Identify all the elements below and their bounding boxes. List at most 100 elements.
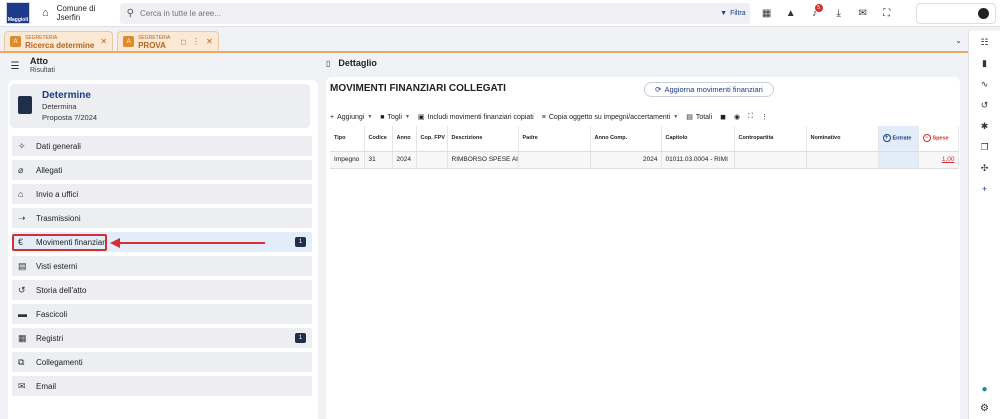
link-icon: ⧉ [18,356,25,367]
detail-header: ▯ Dettaglio [326,58,377,68]
trash-icon: ■ [380,113,385,121]
nav-item-registri[interactable]: ▦ Registri 1 [12,328,312,348]
refresh-label: Aggiorna movimenti finanziari [664,85,763,94]
more-icon[interactable]: ⋮ [761,113,768,121]
close-icon[interactable]: ✕ [206,37,213,46]
ente-name: Comune di Jserfin [56,4,96,22]
column-header[interactable]: Descrizione [447,126,519,152]
more-icon[interactable]: ⋮ [192,37,200,46]
chevron-down-icon[interactable]: ⌄ [955,36,962,45]
nav-item-visti-esterni[interactable]: ▤ Visti esterni [12,256,312,276]
copy-icon[interactable]: ❐ [975,137,995,157]
tab-prova[interactable]: A SEGRETERIA PROVA ◻ ⋮ ✕ [117,31,219,51]
column-header[interactable]: Nominativo [806,126,879,152]
section-title: MOVIMENTI FINANZIARI COLLEGATI [330,83,506,94]
include-copied-button[interactable]: ▣ Includi movimenti finanziari copiati [418,113,534,122]
book-icon[interactable]: ▮ [975,53,995,73]
column-header[interactable]: Anno Comp. [590,126,662,152]
tab-label: Ricerca determine [25,40,95,50]
tab-ricerca-determine[interactable]: A SEGRETERIA Ricerca determine ✕ [4,31,114,51]
register-icon: ▦ [18,332,27,343]
column-header[interactable]: Contropartita [734,126,807,152]
column-header[interactable]: Tipo [330,126,365,152]
count-badge: 1 [295,333,306,343]
remove-label: Togli [387,113,402,121]
magic-icon: ✧ [18,140,26,151]
nav-item-storia-dell-atto[interactable]: ↺ Storia dell'atto [12,280,312,300]
nav-item-fascicoli[interactable]: ▬ Fascicoli [12,304,312,324]
mail-icon[interactable]: ✉ [852,2,874,24]
totals-button[interactable]: ▤ Totali [686,113,712,122]
pin-icon[interactable]: ◻ [180,38,186,46]
remove-button[interactable]: ■ Togli ▼ [380,114,410,121]
logo-text: Maggioli [7,17,29,23]
column-header[interactable]: Codice [364,126,393,152]
nav-item-invio-a-uffici[interactable]: ⌂ Invio a uffici [12,184,312,204]
plus-icon: + [330,113,335,121]
user-menu[interactable] [916,3,996,24]
paperclip-icon: ⌀ [18,164,24,175]
send-icon: ➝ [18,212,26,223]
document-card: Determine Determina Proposta 7/2024 [10,84,310,128]
nav-item-email[interactable]: ✉ Email [12,376,312,396]
plugin-icon[interactable]: ✱ [975,116,995,136]
expand-icon[interactable]: ⛶ [748,113,753,121]
close-icon[interactable]: ✕ [100,37,107,46]
left-header-title: Atto [30,56,48,66]
column-header-label: Entrate [892,135,912,142]
copy-subject-button[interactable]: ≡ Copia oggetto su impegni/accertamenti ▼ [542,114,678,121]
table-body: Impegno 31 2024 RIMBORSO SPESE AI 2024 01011.… [330,151,959,169]
table-toolbar: + Aggiungi ▼ ■ Togli ▼ ▣ Includi movimenti fi… [330,110,958,124]
eye-icon[interactable]: ◉ [734,113,740,121]
nav-item-label: Fascicoli [36,309,68,319]
network-icon[interactable]: ✣ [975,158,995,178]
column-header-label: Nominativo [810,135,841,142]
table-row[interactable]: Impegno 31 2024 RIMBORSO SPESE AI 2024 01011.… [330,151,959,169]
duplicate-icon[interactable]: ◼ [720,113,726,121]
warning-icon[interactable]: ▲ [780,2,802,24]
gear-icon[interactable]: ⚙ [980,403,989,414]
layout-icon[interactable]: ☷ [975,32,995,52]
nav-item-allegati[interactable]: ⌀ Allegati [12,160,312,180]
chevron-down-icon: ▼ [367,114,373,120]
panel-icon[interactable]: ▯ [326,59,330,68]
nav-item-dati-generali[interactable]: ✧ Dati generali [12,136,312,156]
table-cell [518,151,591,169]
table-cell: 2024 [590,151,662,169]
left-header-subtitle[interactable]: Risultati [30,66,55,75]
location-icon[interactable]: ● [981,384,987,395]
column-header[interactable]: + Entrate [878,126,919,152]
nav-item-collegamenti[interactable]: ⧉ Collegamenti [12,352,312,372]
download-icon[interactable]: ⤓ [828,2,850,24]
refresh-movements-button[interactable]: ⟳ Aggiorna movimenti finanziari [644,82,774,97]
filter-icon: ▼ [720,9,728,17]
column-header[interactable]: Anno [392,126,417,152]
history-icon[interactable]: ↺ [975,95,995,115]
list-icon[interactable]: ☰ [8,61,22,72]
search-input[interactable] [139,8,700,18]
column-header[interactable]: − Spese [918,126,959,152]
institution-icon[interactable]: ⌂ [42,7,49,19]
column-header[interactable]: Cop. FPV [416,126,448,152]
fullscreen-icon[interactable]: ⛶ [876,2,898,24]
bell-icon[interactable]: ♪ 5 [804,2,826,24]
table-cell: Impegno [330,151,365,169]
visti-icon: ▤ [18,260,27,271]
card-title: Determine [42,90,91,101]
add-icon[interactable]: + [975,179,995,199]
annotation-arrow [110,238,265,248]
maggioli-logo[interactable]: Maggioli [6,2,30,24]
column-header[interactable]: Capitolo [661,126,735,152]
trend-icon[interactable]: ∿ [975,74,995,94]
column-header[interactable]: Padre [518,126,591,152]
nav-item-label: Dati generali [36,141,81,151]
add-button[interactable]: + Aggiungi ▼ [330,114,372,121]
filter-button[interactable]: ▼ Filtra [720,10,746,17]
nav-item-trasmissioni[interactable]: ➝ Trasmissioni [12,208,312,228]
dashboard-icon[interactable]: ▦ [756,2,778,24]
email-icon: ✉ [18,380,26,391]
table-cell[interactable]: 1,00 [918,151,959,169]
global-search[interactable]: ⚲ ▼ Filtra [119,2,750,24]
table-header-row: Tipo Codice Anno Cop. FPV Descrizione Padre An… [330,126,959,152]
card-proposal: Proposta 7/2024 [42,113,98,122]
